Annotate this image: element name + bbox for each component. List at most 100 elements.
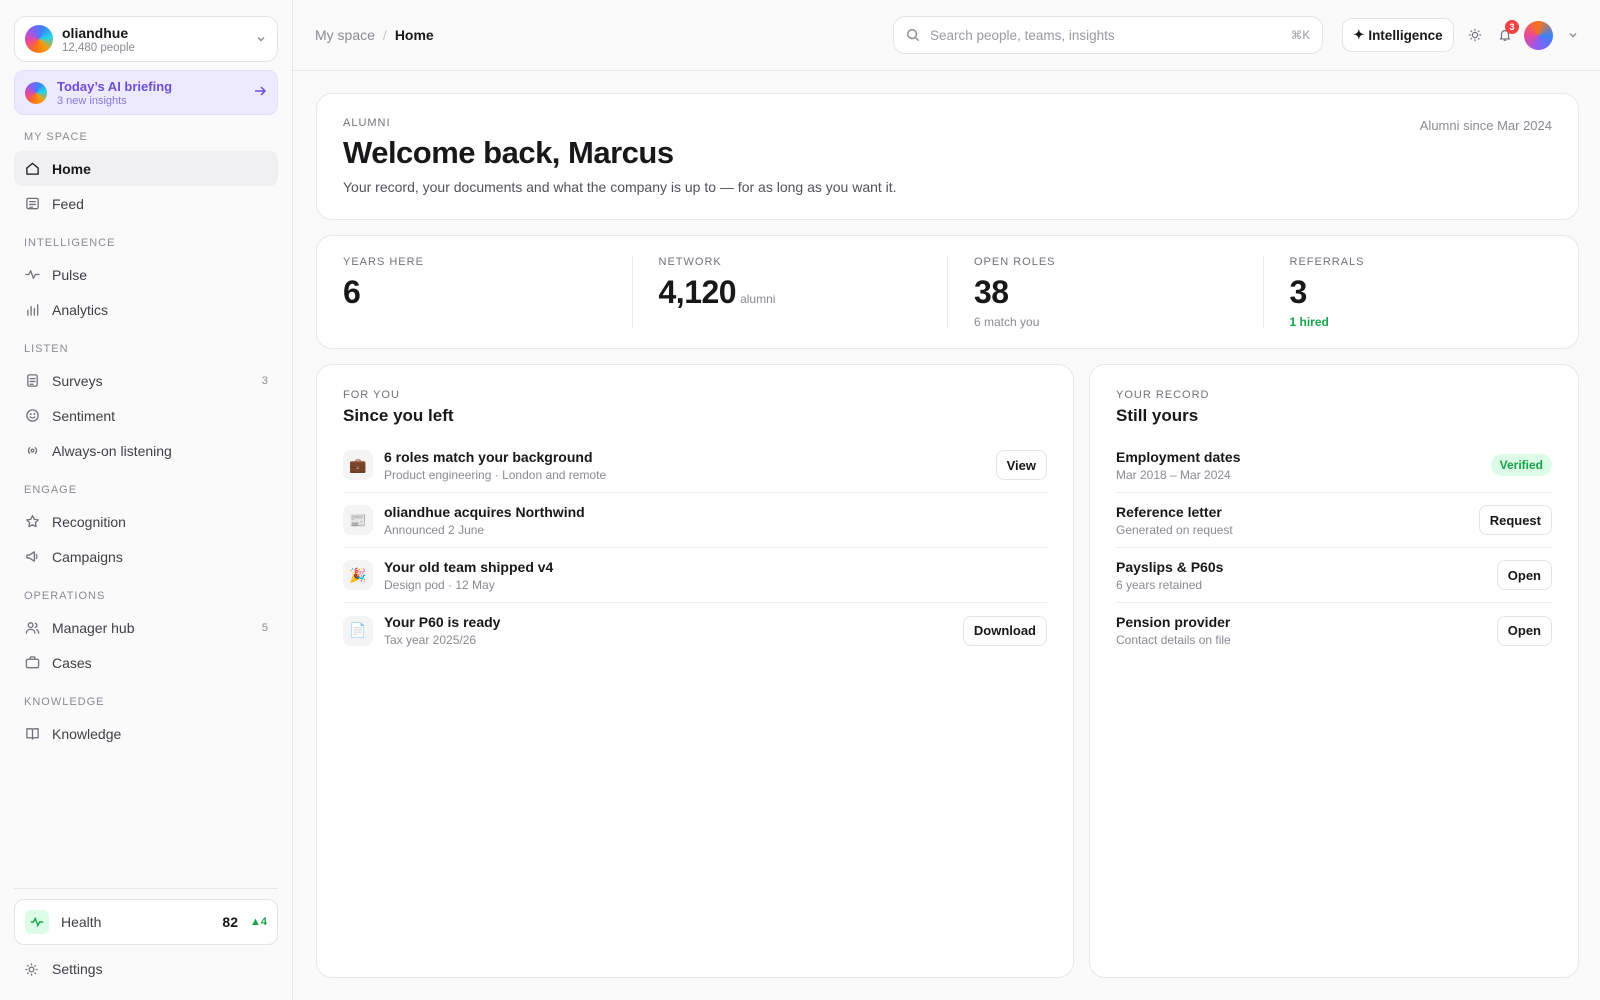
- party-emoji: 🎉: [343, 560, 373, 590]
- health-score: 82: [222, 914, 238, 930]
- user-avatar[interactable]: [1524, 20, 1553, 50]
- list-item: Employment dates Mar 2018 – Mar 2024 Verif…: [1116, 438, 1552, 493]
- stat-years-here: YEARS HERE 6: [317, 256, 632, 328]
- sidebar-item-label: Manager hub: [52, 619, 135, 636]
- stats-card: YEARS HERE 6 NETWORK 4,120 alumni OPEN ROLES 3…: [316, 235, 1579, 349]
- list-item: Reference letter Generated on request Requ…: [1116, 493, 1552, 548]
- view-button[interactable]: View: [995, 450, 1047, 480]
- open-button[interactable]: Open: [1496, 560, 1552, 590]
- stat-value: 38: [974, 274, 1009, 310]
- download-button[interactable]: Download: [962, 615, 1047, 646]
- health-delta: ▲4: [249, 916, 267, 928]
- book-icon: [24, 726, 40, 742]
- item-title: 6 roles match your background: [384, 448, 593, 465]
- settings-label: Settings: [52, 961, 103, 977]
- sidebar-item-label: Always-on listening: [52, 442, 172, 459]
- theme-toggle-icon[interactable]: [1468, 28, 1482, 42]
- request-button[interactable]: Request: [1478, 505, 1552, 535]
- sidebar-item-label: Home: [52, 160, 91, 177]
- sidebar-item-campaigns[interactable]: Campaigns: [14, 539, 278, 574]
- sidebar-item-manager-hub[interactable]: Manager hub 5: [14, 610, 278, 645]
- sidebar-item-surveys[interactable]: Surveys 3: [14, 363, 278, 398]
- org-switcher[interactable]: oliandhue 12,480 people: [14, 16, 278, 62]
- heartbeat-icon: [25, 910, 49, 934]
- sidebar-item-label: Sentiment: [52, 407, 116, 424]
- sidebar-item-knowledge[interactable]: Knowledge: [14, 716, 278, 751]
- org-name: oliandhue: [62, 24, 129, 41]
- welcome-card: ALUMNI Welcome back, Marcus Your record,…: [316, 93, 1579, 220]
- sidebar-item-label: Analytics: [52, 301, 109, 318]
- notifications-icon[interactable]: 3: [1498, 20, 1519, 42]
- global-search[interactable]: ⌘K: [893, 16, 1323, 54]
- sidebar-item-home[interactable]: Home: [14, 151, 278, 186]
- item-title: Your P60 is ready: [384, 614, 501, 630]
- chevron-down-icon[interactable]: [1567, 29, 1579, 41]
- stat-subtext: 1 hired: [1289, 315, 1329, 329]
- sidebar-item-label: Surveys: [52, 372, 103, 389]
- newspaper-emoji: 📰: [343, 505, 373, 535]
- health-score-card[interactable]: Health 82 ▲4: [14, 899, 278, 945]
- sidebar: oliandhue 12,480 people Today’s AI brief…: [0, 0, 293, 1000]
- record-title: Still yours: [1116, 406, 1199, 425]
- hero-eyebrow: ALUMNI: [343, 117, 391, 129]
- sidebar-item-feed[interactable]: Feed: [14, 186, 278, 221]
- stat-unit: alumni: [740, 292, 776, 306]
- item-title: Pension provider: [1116, 614, 1231, 630]
- gear-icon: [24, 962, 40, 977]
- for-you-panel: FOR YOU Since you left 💼 6 roles match yo…: [316, 364, 1074, 978]
- stat-value: 3: [1289, 274, 1308, 310]
- stat-referrals: REFERRALS 3 1 hired: [1262, 256, 1579, 329]
- sidebar-nav: MY SPACE Home Feed INTELLIGENCE Pulse Analyti…: [14, 131, 278, 751]
- search-shortcut: ⌘K: [1290, 30, 1310, 42]
- feed-icon: [24, 196, 40, 212]
- org-people-count: 12,480 people: [62, 41, 135, 54]
- smile-icon: [24, 408, 40, 424]
- sidebar-item-label: Pulse: [52, 266, 88, 283]
- sidebar-item-label: Recognition: [52, 513, 126, 530]
- star-icon: [24, 514, 40, 530]
- item-title: Employment dates: [1116, 448, 1241, 465]
- for-you-title: Since you left: [343, 406, 454, 425]
- sidebar-item-always-on-listening[interactable]: Always-on listening: [14, 433, 278, 468]
- bar-chart-icon: [24, 302, 40, 318]
- sidebar-item-count: 3: [261, 374, 268, 387]
- sidebar-item-cases[interactable]: Cases: [14, 645, 278, 680]
- open-button[interactable]: Open: [1496, 615, 1552, 646]
- intelligence-button[interactable]: ✦ Intelligence: [1342, 18, 1454, 52]
- sidebar-item-recognition[interactable]: Recognition: [14, 504, 278, 539]
- list-item: 📰 oliandhue acquires Northwind Announced 2…: [343, 493, 1047, 548]
- hero-description: Your record, your documents and what the…: [343, 179, 897, 195]
- sidebar-item-analytics[interactable]: Analytics: [14, 292, 278, 327]
- page-title: Welcome back, Marcus: [343, 135, 674, 170]
- stat-label: REFERRALS: [1289, 256, 1365, 268]
- for-you-list: 💼 6 roles match your background Product en…: [343, 438, 1047, 658]
- nav-section-label: LISTEN: [24, 343, 69, 355]
- ai-orb-icon: [25, 81, 47, 104]
- briefing-title: Today’s AI briefing: [57, 78, 173, 94]
- breadcrumb-my-space[interactable]: My space: [315, 27, 375, 43]
- stat-label: OPEN ROLES: [974, 256, 1056, 268]
- nav-section-label: ENGAGE: [24, 484, 78, 496]
- health-label: Health: [61, 914, 102, 930]
- sidebar-item-pulse[interactable]: Pulse: [14, 257, 278, 292]
- nav-section-label: KNOWLEDGE: [24, 696, 105, 708]
- pulse-icon: [24, 267, 40, 283]
- briefing-subtitle: 3 new insights: [57, 94, 127, 107]
- item-title: Reference letter: [1116, 503, 1222, 520]
- sidebar-item-sentiment[interactable]: Sentiment: [14, 398, 278, 433]
- item-subtitle: Mar 2018 – Mar 2024: [1116, 467, 1231, 482]
- ai-briefing-card[interactable]: Today’s AI briefing 3 new insights: [14, 70, 278, 115]
- item-subtitle: Generated on request: [1116, 522, 1233, 537]
- search-input[interactable]: [930, 27, 1291, 43]
- stat-network: NETWORK 4,120 alumni: [631, 256, 948, 328]
- intelligence-label: Intelligence: [1368, 27, 1443, 43]
- item-subtitle: Contact details on file: [1116, 633, 1231, 647]
- briefcase-icon: [24, 655, 40, 671]
- stat-value: 6: [343, 274, 361, 310]
- settings-link[interactable]: Settings: [14, 951, 278, 987]
- home-icon: [24, 161, 40, 177]
- for-you-eyebrow: FOR YOU: [343, 389, 400, 401]
- nav-section-label: MY SPACE: [24, 131, 88, 143]
- sidebar-item-label: Campaigns: [52, 548, 123, 565]
- survey-icon: [24, 373, 40, 389]
